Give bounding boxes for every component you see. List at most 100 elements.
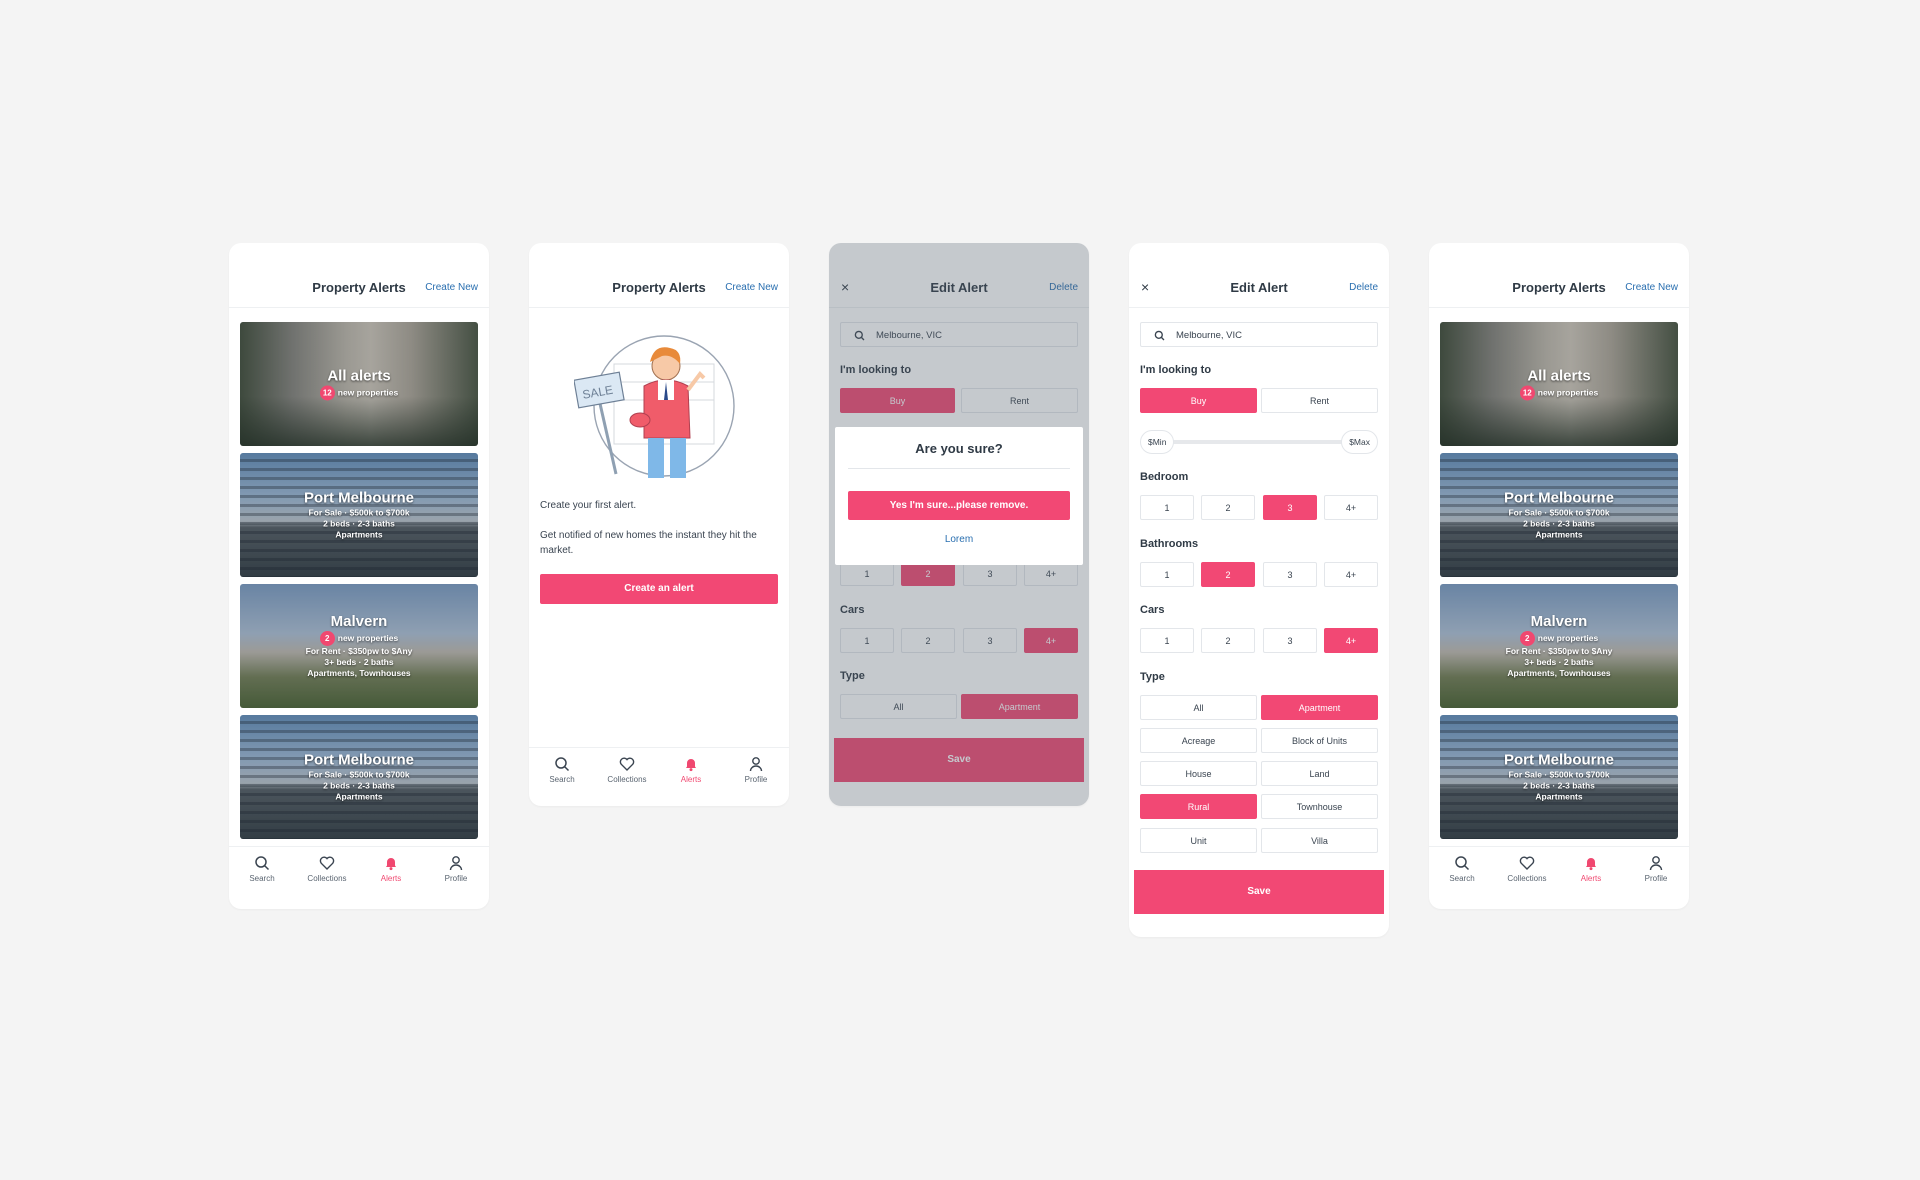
alerts-list-screen-2: Property Alerts Create New All alerts 12… [1429,243,1689,909]
location-input[interactable]: Melbourne, VIC [1140,322,1378,347]
nav-collections[interactable]: Collections [597,756,657,784]
alert-card-malvern[interactable]: Malvern 2 new properties For Rent · $350p… [240,584,478,708]
empty-description: Get notified of new homes the instant th… [540,530,757,556]
nav-alerts[interactable]: Alerts [661,756,721,784]
card-headline: Malvern [1530,613,1588,630]
user-icon [749,757,763,772]
type-option-all[interactable]: All [1140,695,1257,720]
card-text: Port Melbourne For Sale · $500k to $700k… [240,752,478,803]
nav-search[interactable]: Search [1432,855,1492,883]
type-option-unit[interactable]: Unit [1140,828,1257,853]
bathrooms-option-1[interactable]: 1 [1140,562,1194,587]
nav-alerts[interactable]: Alerts [1561,855,1621,883]
bedroom-option-4plus[interactable]: 4+ [1324,495,1378,520]
bathrooms-option-2[interactable]: 2 [1201,562,1255,587]
create-new-link[interactable]: Create New [425,282,478,293]
alert-card-port-melbourne-2[interactable]: Port Melbourne For Sale · $500k to $700k… [1440,715,1678,839]
card-line: 2 beds · 2-3 baths [323,518,395,529]
alert-card-malvern[interactable]: Malvern 2 new properties For Rent · $350p… [1440,584,1678,708]
bottom-nav: Search Collections Alerts Profile [229,846,489,905]
nav-profile[interactable]: Profile [426,855,486,883]
price-min-handle[interactable]: $Min [1140,430,1175,454]
agent-illustration: SALE [574,335,735,478]
alert-card-list: All alerts 12 new properties Port Melbour… [229,308,489,839]
cars-option-3[interactable]: 3 [1263,628,1317,653]
nav-profile[interactable]: Profile [726,756,786,784]
alert-card-all[interactable]: All alerts 12 new properties [240,322,478,446]
alert-card-port-melbourne-2[interactable]: Port Melbourne For Sale · $500k to $700k… [240,715,478,839]
type-option-house[interactable]: House [1140,761,1257,786]
card-line: Apartments, Townhouses [1507,668,1611,678]
badge-text: new properties [337,387,399,398]
bedroom-option-1[interactable]: 1 [1140,495,1194,520]
delete-link[interactable]: Delete [1349,282,1378,293]
alert-card-port-melbourne[interactable]: Port Melbourne For Sale · $500k to $700k… [240,453,478,577]
card-line: Apartments [1535,791,1583,802]
confirm-dialog: Are you sure? Yes I'm sure...please remo… [835,427,1083,565]
nav-label: Alerts [1580,874,1602,883]
card-line: For Rent · $350pw to $Any [305,646,413,656]
price-max-handle[interactable]: $Max [1341,430,1378,454]
cars-label: Cars [1140,604,1165,616]
dialog-divider [848,468,1070,469]
nav-search[interactable]: Search [232,855,292,883]
price-range-slider[interactable]: $Min $Max [1140,430,1378,454]
card-badge-row: 12 new properties [1440,385,1678,401]
type-option-rural[interactable]: Rural [1140,794,1257,819]
cars-option-2[interactable]: 2 [1201,628,1255,653]
card-line: Apartments [335,791,383,802]
confirm-remove-button[interactable]: Yes I'm sure...please remove. [848,491,1070,520]
badge-text: new properties [337,632,399,643]
card-badge-row: 2 new properties [1440,631,1678,646]
heart-icon [619,757,635,771]
create-alert-button[interactable]: Create an alert [540,574,778,604]
alert-card-list: All alerts 12 new properties Port Melbour… [1429,308,1689,839]
buy-option[interactable]: Buy [1140,388,1257,413]
nav-label: Profile [1644,874,1668,883]
header: Property Alerts Create New [229,243,489,308]
cars-option-4plus[interactable]: 4+ [1324,628,1378,653]
nav-label: Search [249,874,275,883]
type-option-townhouse[interactable]: Townhouse [1261,794,1378,819]
nav-label: Collections [1507,874,1547,883]
rent-option[interactable]: Rent [1261,388,1378,413]
header: Property Alerts Create New [1429,243,1689,308]
bedroom-option-2[interactable]: 2 [1201,495,1255,520]
card-line: 2 beds · 2-3 baths [323,780,395,791]
dialog-cancel-link[interactable]: Lorem [835,534,1083,545]
looking-to-label: I'm looking to [1140,364,1212,376]
bedroom-option-3[interactable]: 3 [1263,495,1317,520]
bathrooms-label: Bathrooms [1140,538,1199,550]
nav-label: Collections [307,874,347,883]
create-new-link[interactable]: Create New [725,282,778,293]
nav-search[interactable]: Search [532,756,592,784]
nav-collections[interactable]: Collections [297,855,357,883]
bathrooms-option-3[interactable]: 3 [1263,562,1317,587]
card-headline: Port Melbourne [303,751,414,769]
type-option-block-of-units[interactable]: Block of Units [1261,728,1378,753]
bathrooms-option-4plus[interactable]: 4+ [1324,562,1378,587]
card-line: 2 beds · 2-3 baths [1523,518,1595,529]
card-line: 3+ beds · 2 baths [324,657,394,667]
card-headline: Port Melbourne [1503,489,1614,507]
alert-card-port-melbourne[interactable]: Port Melbourne For Sale · $500k to $700k… [1440,453,1678,577]
type-option-villa[interactable]: Villa [1261,828,1378,853]
type-option-acreage[interactable]: Acreage [1140,728,1257,753]
nav-profile[interactable]: Profile [1626,855,1686,883]
empty-title: Create your first alert. [540,500,637,511]
location-value: Melbourne, VIC [1176,330,1243,341]
card-text: Port Melbourne For Sale · $500k to $700k… [1440,490,1678,541]
cars-option-1[interactable]: 1 [1140,628,1194,653]
alert-card-all[interactable]: All alerts 12 new properties [1440,322,1678,446]
create-new-link[interactable]: Create New [1625,282,1678,293]
save-button[interactable]: Save [1134,870,1384,914]
type-option-apartment[interactable]: Apartment [1261,695,1378,720]
heart-icon [1519,856,1535,870]
bottom-nav: Search Collections Alerts Profile [529,747,789,806]
card-headline: Malvern [330,613,388,630]
card-text: All alerts 12 new properties [240,368,478,401]
nav-collections[interactable]: Collections [1497,855,1557,883]
nav-alerts[interactable]: Alerts [361,855,421,883]
type-option-land[interactable]: Land [1261,761,1378,786]
search-icon [255,856,270,871]
